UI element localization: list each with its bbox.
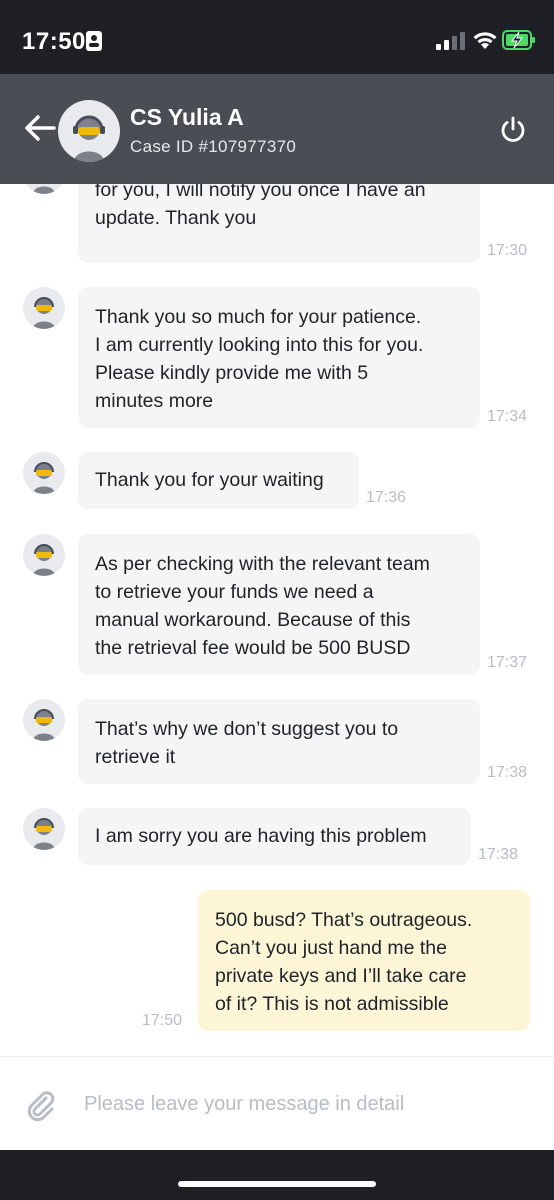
status-bar: 17:50 — [0, 0, 554, 74]
agent-avatar-icon — [23, 287, 65, 329]
message-timestamp: 17:37 — [487, 654, 528, 671]
incoming-message-bubble: Thank you for your waiting — [78, 452, 359, 509]
message-timestamp: 17:30 — [487, 242, 528, 259]
message-timestamp: 17:34 — [487, 408, 528, 425]
agent-avatar-icon — [73, 115, 105, 162]
wifi-icon — [473, 32, 497, 49]
home-indicator-area — [0, 1150, 554, 1200]
power-icon[interactable] — [498, 115, 528, 145]
message-timestamp: 17:38 — [478, 846, 519, 863]
incoming-message-bubble: Thank you so much for your patience. I a… — [78, 287, 480, 428]
incoming-message-bubble: That’s why we don’t suggest you to retri… — [78, 699, 480, 784]
agent-avatar — [58, 100, 120, 162]
message-timestamp: 17:36 — [366, 489, 407, 506]
message-timestamp: 17:50 — [142, 1012, 183, 1029]
incoming-message-bubble: I am sorry you are having this problem — [78, 808, 471, 865]
home-indicator[interactable] — [178, 1181, 376, 1187]
chat-header: CS Yulia A Case ID #107977370 — [0, 74, 554, 184]
battery-charging-icon — [502, 30, 535, 50]
agent-avatar-icon — [23, 184, 65, 194]
incoming-message-bubble: I will need a further 5 minutes to check… — [78, 184, 480, 263]
id-card-icon — [86, 31, 102, 51]
paperclip-icon[interactable] — [24, 1089, 58, 1123]
agent-avatar-icon — [23, 808, 65, 850]
back-arrow-icon[interactable] — [24, 114, 56, 142]
agent-avatar-icon — [23, 534, 65, 576]
status-time: 17:50 — [22, 28, 86, 55]
agent-avatar-icon — [23, 699, 65, 741]
incoming-message-bubble: As per checking with the relevant team t… — [78, 534, 480, 675]
chat-message-list[interactable]: I will need a further 5 minutes to check… — [0, 184, 554, 1056]
outgoing-message-bubble: 500 busd? That’s outrageous. Can’t you j… — [198, 890, 530, 1031]
agent-name: CS Yulia A — [130, 104, 244, 130]
signal-icon — [436, 32, 465, 50]
case-id: Case ID #107977370 — [130, 137, 297, 156]
message-input-bar — [0, 1056, 554, 1150]
message-input[interactable] — [84, 1087, 524, 1121]
message-timestamp: 17:38 — [487, 764, 528, 781]
agent-avatar-icon — [23, 452, 65, 494]
